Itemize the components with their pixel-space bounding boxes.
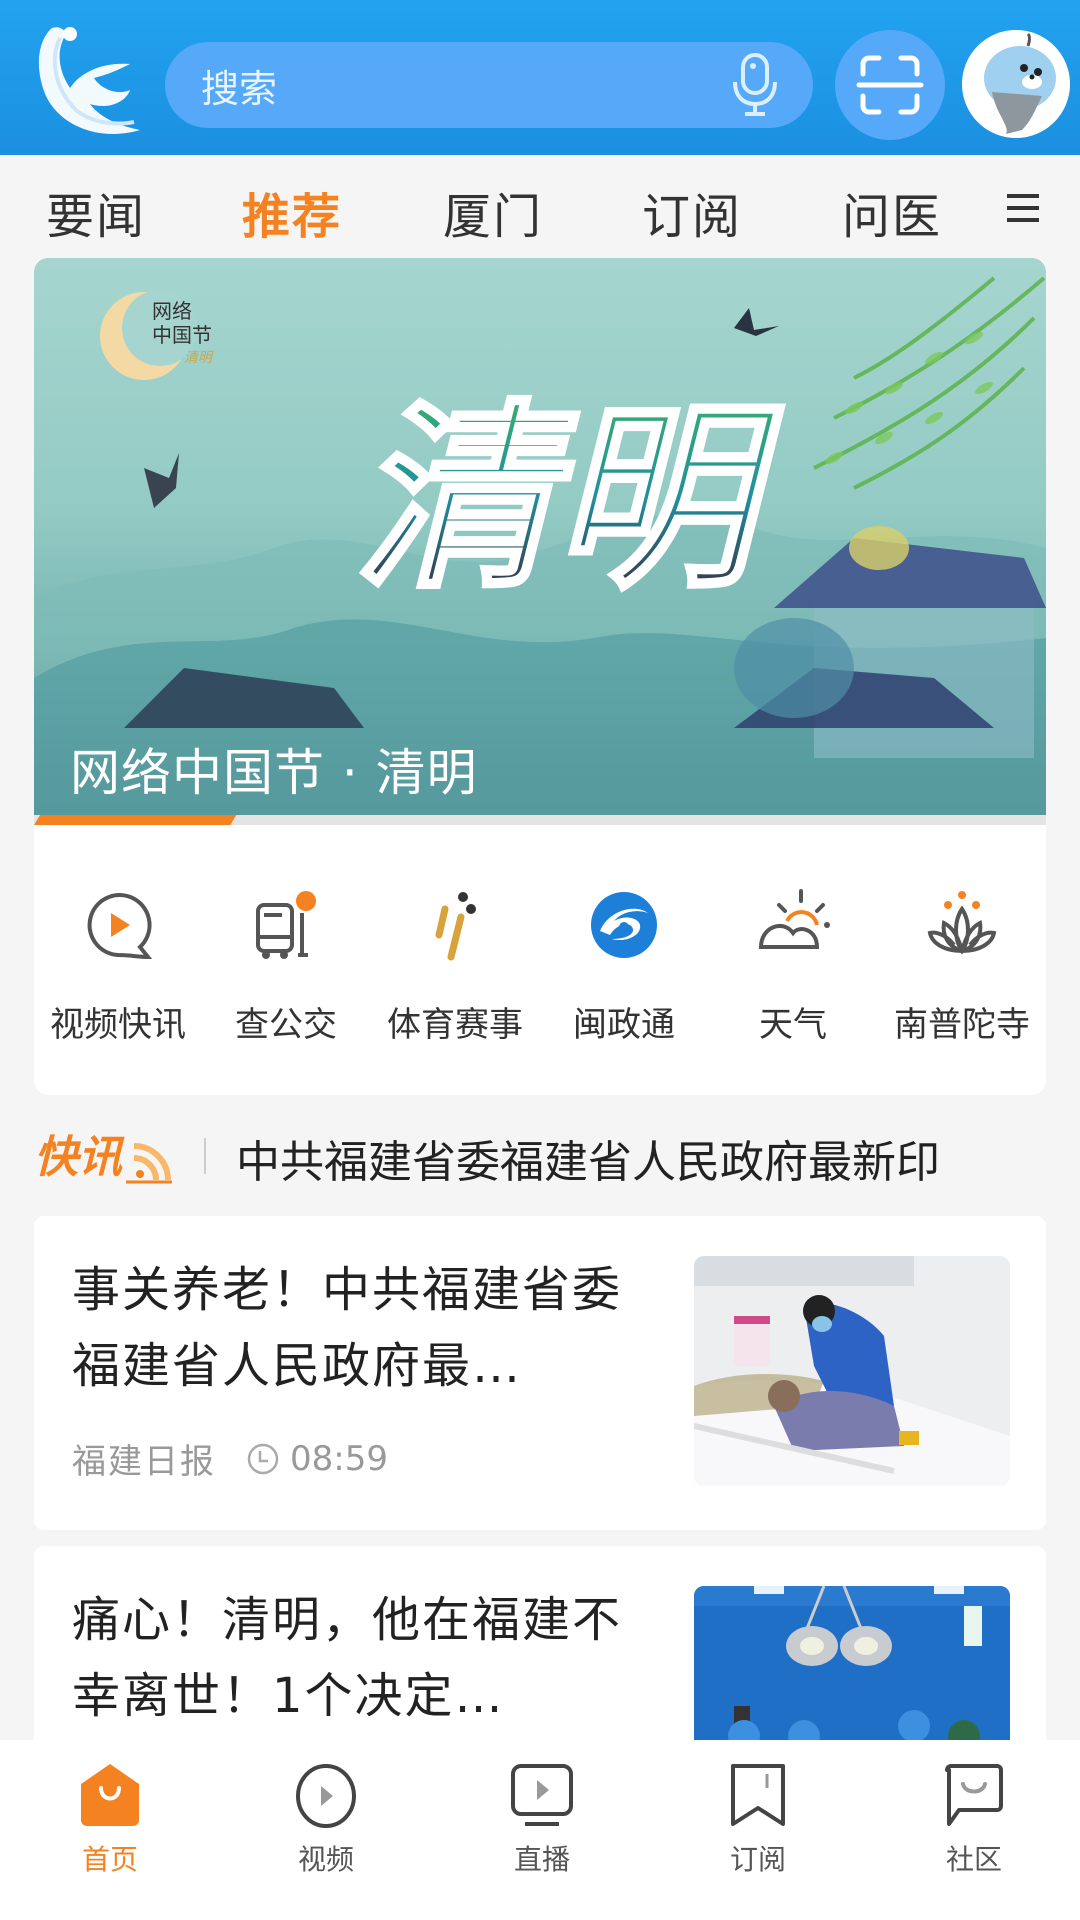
tab-xiamen[interactable]: 厦门 xyxy=(443,177,543,247)
channel-tabs: 要闻 推荐 厦门 订阅 问医 xyxy=(0,155,1080,255)
mascot-avatar xyxy=(962,30,1070,138)
news-card[interactable]: 事关养老！中共福建省委福建省人民政府最… 福建日报 08:59 xyxy=(34,1216,1046,1530)
news-source: 福建日报 xyxy=(72,1442,216,1482)
carousel-progress-bar xyxy=(34,815,1046,825)
svg-text:清明: 清明 xyxy=(184,350,214,366)
service-sports[interactable]: 体育赛事 xyxy=(371,885,539,1046)
quick-news-badge-icon: 快讯 xyxy=(34,1132,172,1184)
bus-icon xyxy=(256,891,316,959)
news-meta: 福建日报 08:59 xyxy=(72,1434,388,1483)
ticker-headline[interactable]: 中共福建省委福建省人民政府最新印 xyxy=(236,1126,1011,1190)
svg-text:快讯: 快讯 xyxy=(34,1132,125,1183)
ticker-divider xyxy=(204,1138,206,1174)
microphone-icon[interactable] xyxy=(725,50,785,120)
menu-icon[interactable] xyxy=(1005,190,1041,226)
service-nanputuo[interactable]: 南普陀寺 xyxy=(878,885,1046,1046)
scan-button[interactable] xyxy=(835,30,945,140)
video-play-icon xyxy=(87,893,153,960)
tab-ask-doctor[interactable]: 问医 xyxy=(842,177,942,247)
nav-subscribe[interactable]: 订阅 xyxy=(688,1760,828,1878)
news-thumbnail[interactable] xyxy=(694,1256,1010,1486)
sports-icon xyxy=(435,892,476,961)
service-weather[interactable]: 天气 xyxy=(709,885,877,1046)
news-title[interactable]: 痛心！清明，他在福建不幸离世！1个决定… xyxy=(72,1582,662,1734)
nav-community[interactable]: 社区 xyxy=(904,1760,1044,1878)
chat-bubble-icon xyxy=(945,1764,1003,1826)
weather-icon xyxy=(758,889,830,949)
search-input[interactable]: 搜索 xyxy=(201,58,725,113)
wave-logo-icon[interactable] xyxy=(30,18,165,148)
service-bus[interactable]: 查公交 xyxy=(202,885,370,1046)
search-bar[interactable]: 搜索 xyxy=(165,42,813,128)
festival-logo-text: 网络 xyxy=(152,299,192,323)
banner-carousel[interactable]: 网络 中国节 清明 清明 网络中国节 · 清明 xyxy=(34,258,1046,815)
service-video-news[interactable]: 视频快讯 xyxy=(34,885,202,1046)
nav-live[interactable]: 直播 xyxy=(472,1760,612,1878)
news-ticker[interactable]: 快讯 中共福建省委福建省人民政府最新印 xyxy=(0,1110,1080,1200)
elderly-care-photo xyxy=(694,1256,1010,1486)
quick-services: 视频快讯 查公交 体育赛事 闽政通 天气 南普陀寺 xyxy=(34,825,1046,1095)
news-time: 08:59 xyxy=(290,1438,388,1479)
tab-yaowen[interactable]: 要闻 xyxy=(46,177,146,247)
lotus-icon xyxy=(927,891,997,955)
svg-text:中国节: 中国节 xyxy=(152,323,212,347)
avatar[interactable] xyxy=(962,30,1070,138)
clock-icon xyxy=(247,1443,279,1474)
banner-artwork: 网络 中国节 清明 清明 xyxy=(34,276,1046,815)
nav-home[interactable]: 首页 xyxy=(40,1760,180,1878)
carousel-progress-fill xyxy=(34,815,237,825)
scan-icon xyxy=(856,55,924,115)
banner-title-art: 清明 xyxy=(354,381,784,616)
video-icon xyxy=(296,1764,356,1828)
live-tv-icon xyxy=(511,1764,573,1826)
bookmark-icon xyxy=(731,1764,785,1826)
tab-subscribe[interactable]: 订阅 xyxy=(642,177,742,247)
banner-caption: 网络中国节 · 清明 xyxy=(70,744,478,802)
top-header: 搜索 xyxy=(0,0,1080,155)
nav-video[interactable]: 视频 xyxy=(256,1760,396,1878)
tab-recommend[interactable]: 推荐 xyxy=(242,177,342,247)
minzhengtong-icon xyxy=(591,892,657,958)
news-title[interactable]: 事关养老！中共福建省委福建省人民政府最… xyxy=(72,1252,662,1404)
home-icon xyxy=(81,1764,139,1826)
bottom-navigation: 首页 视频 直播 订阅 社区 xyxy=(0,1740,1080,1920)
service-minzhengtong[interactable]: 闽政通 xyxy=(540,885,708,1046)
